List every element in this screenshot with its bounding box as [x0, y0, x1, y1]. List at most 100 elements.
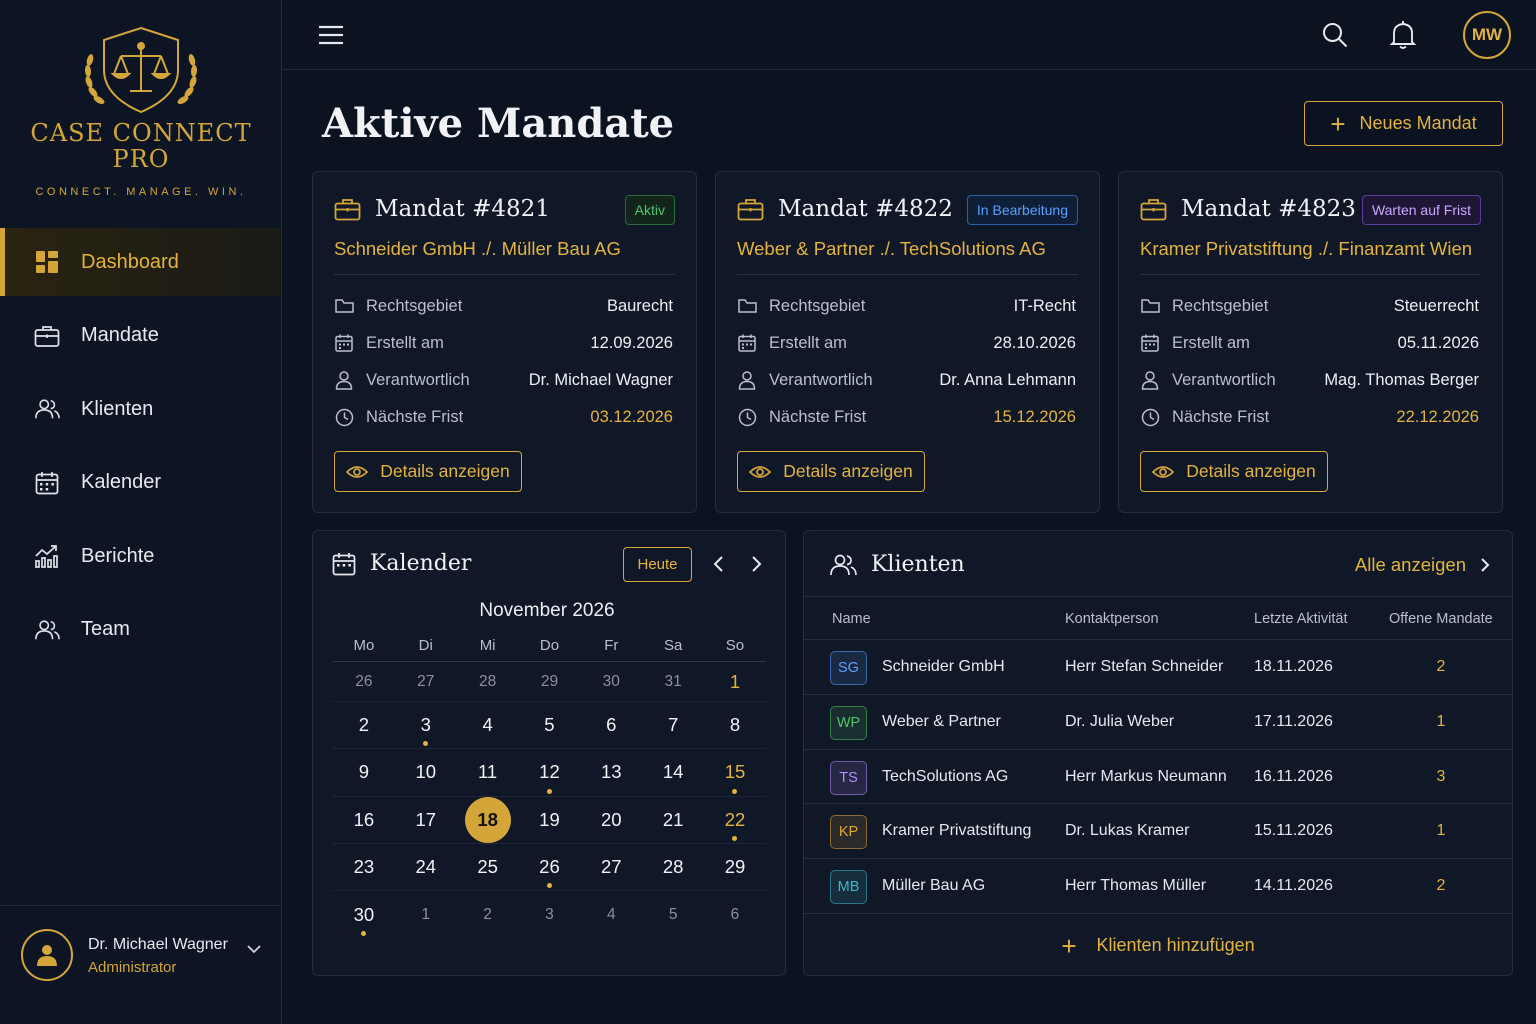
case-field-row: Nächste Frist 03.12.2026: [334, 405, 673, 429]
calendar-day[interactable]: 26: [519, 844, 581, 890]
calendar-day[interactable]: 3: [395, 702, 457, 748]
case-field-row: Rechtsgebiet IT-Recht: [737, 294, 1076, 318]
calendar-day[interactable]: 24: [395, 844, 457, 890]
calendar-day[interactable]: 17: [395, 797, 457, 843]
column-header-name[interactable]: Name: [832, 611, 871, 627]
calendar-day[interactable]: 19: [519, 797, 581, 843]
table-row[interactable]: TS TechSolutions AG Herr Markus Neumann …: [804, 748, 1512, 804]
calendar-day[interactable]: 2: [333, 702, 395, 748]
calendar-day[interactable]: 2: [457, 891, 519, 938]
chevron-down-icon[interactable]: [246, 944, 262, 954]
calendar-day[interactable]: 30: [333, 891, 395, 938]
calendar-day[interactable]: 1: [704, 662, 766, 701]
calendar-day[interactable]: 12: [519, 749, 581, 795]
calendar-day[interactable]: 31: [642, 662, 704, 701]
calendar-day[interactable]: 6: [580, 702, 642, 748]
column-header-open-mandates[interactable]: Offene Mandate: [1389, 611, 1493, 627]
sidebar-item-team[interactable]: Team: [0, 596, 281, 664]
calendar-day[interactable]: 28: [457, 662, 519, 701]
client-contact: Herr Markus Neumann: [1065, 767, 1227, 785]
calendar-day[interactable]: 14: [642, 749, 704, 795]
calendar-day[interactable]: 20: [580, 797, 642, 843]
calendar-day[interactable]: 25: [457, 844, 519, 890]
calendar-day[interactable]: 5: [519, 702, 581, 748]
calendar-day[interactable]: 28: [642, 844, 704, 890]
day-number: 23: [353, 856, 375, 878]
details-button[interactable]: Details anzeigen: [334, 451, 522, 492]
view-all-link[interactable]: Alle anzeigen: [1355, 554, 1490, 576]
calendar-day[interactable]: 22: [704, 797, 766, 843]
calendar-day[interactable]: 5: [642, 891, 704, 938]
table-row[interactable]: MB Müller Bau AG Herr Thomas Müller 14.1…: [804, 858, 1512, 913]
case-parties[interactable]: Weber & Partner ./. TechSolutions AG: [737, 238, 1046, 260]
calendar-day[interactable]: 21: [642, 797, 704, 843]
case-field-value: 12.09.2026: [590, 333, 673, 352]
calendar-day[interactable]: 4: [580, 891, 642, 938]
column-header-last-activity[interactable]: Letzte Aktivität: [1254, 611, 1348, 627]
sidebar-item-kalender[interactable]: Kalender: [0, 449, 281, 517]
brand-logo[interactable]: CASE CONNECT PRO CONNECT. MANAGE. WIN.: [0, 22, 282, 198]
table-row[interactable]: KP Kramer Privatstiftung Dr. Lukas Krame…: [804, 803, 1512, 858]
details-button[interactable]: Details anzeigen: [1140, 451, 1328, 492]
table-row[interactable]: WP Weber & Partner Dr. Julia Weber 17.11…: [804, 693, 1512, 749]
calendar-day[interactable]: 27: [395, 662, 457, 701]
sidebar-item-label: Mandate: [81, 324, 159, 346]
calendar-day[interactable]: 11: [457, 749, 519, 795]
account-avatar[interactable]: MW: [1463, 11, 1511, 59]
users-icon: [830, 554, 857, 575]
divider: [737, 274, 1078, 275]
sidebar-item-dashboard[interactable]: Dashboard: [0, 228, 281, 296]
users-icon: [34, 396, 60, 422]
calendar-icon: [335, 334, 353, 352]
calendar-day[interactable]: 26: [333, 662, 395, 701]
chevron-right-icon[interactable]: [750, 555, 762, 573]
calendar-day[interactable]: 15: [704, 749, 766, 795]
calendar-day[interactable]: 29: [704, 844, 766, 890]
calendar-day[interactable]: 7: [642, 702, 704, 748]
case-field-value: 05.11.2026: [1397, 333, 1479, 352]
client-last-activity: 14.11.2026: [1254, 877, 1333, 895]
case-parties[interactable]: Kramer Privatstiftung ./. Finanzamt Wien: [1140, 238, 1472, 260]
sidebar-item-mandate[interactable]: Mandate: [0, 302, 281, 370]
calendar-day[interactable]: 6: [704, 891, 766, 938]
calendar-day[interactable]: 29: [519, 662, 581, 701]
calendar-week: 30 1 2 3 4 5 6: [333, 891, 766, 938]
day-number: 4: [482, 714, 493, 736]
calendar-day[interactable]: 8: [704, 702, 766, 748]
new-mandate-button[interactable]: + Neues Mandat: [1304, 101, 1503, 146]
case-parties[interactable]: Schneider GmbH ./. Müller Bau AG: [334, 238, 621, 260]
search-icon[interactable]: [1322, 22, 1348, 48]
calendar-day[interactable]: 23: [333, 844, 395, 890]
person-icon: [1141, 370, 1159, 390]
client-contact: Dr. Lukas Kramer: [1065, 822, 1190, 840]
case-field-row: Verantwortlich Dr. Anna Lehmann: [737, 368, 1076, 392]
calendar-day[interactable]: 3: [519, 891, 581, 938]
calendar-day[interactable]: 9: [333, 749, 395, 795]
add-client-button[interactable]: + Klienten hinzufügen: [804, 913, 1512, 959]
calendar-day[interactable]: 30: [580, 662, 642, 701]
calendar-day[interactable]: 1: [395, 891, 457, 938]
calendar-day[interactable]: 4: [457, 702, 519, 748]
calendar-day[interactable]: 27: [580, 844, 642, 890]
chevron-left-icon[interactable]: [713, 555, 725, 573]
add-client-label: Klienten hinzufügen: [1096, 935, 1255, 955]
sidebar-item-berichte[interactable]: Berichte: [0, 522, 281, 590]
calendar-day[interactable]: 10: [395, 749, 457, 795]
table-row[interactable]: SG Schneider GmbH Herr Stefan Schneider …: [804, 639, 1512, 694]
calendar-week: 2 3 4 5 6 7 8: [333, 702, 766, 750]
menu-icon[interactable]: [318, 24, 344, 46]
user-profile[interactable]: Dr. Michael Wagner Administrator: [0, 905, 281, 1024]
calendar-week: 9 10 11 12 13 14 15: [333, 749, 766, 797]
client-contact: Herr Thomas Müller: [1065, 877, 1207, 895]
today-button[interactable]: Heute: [623, 547, 692, 582]
day-number: 3: [420, 714, 431, 736]
field-icon-wrap: [334, 298, 354, 314]
calendar-day[interactable]: 16: [333, 797, 395, 843]
details-button[interactable]: Details anzeigen: [737, 451, 925, 492]
calendar-day[interactable]: 18: [457, 796, 519, 843]
event-dot: [546, 788, 552, 794]
calendar-day[interactable]: 13: [580, 749, 642, 795]
bell-icon[interactable]: [1390, 20, 1416, 50]
sidebar-item-klienten[interactable]: Klienten: [0, 375, 281, 443]
column-header-contact[interactable]: Kontaktperson: [1065, 611, 1159, 627]
